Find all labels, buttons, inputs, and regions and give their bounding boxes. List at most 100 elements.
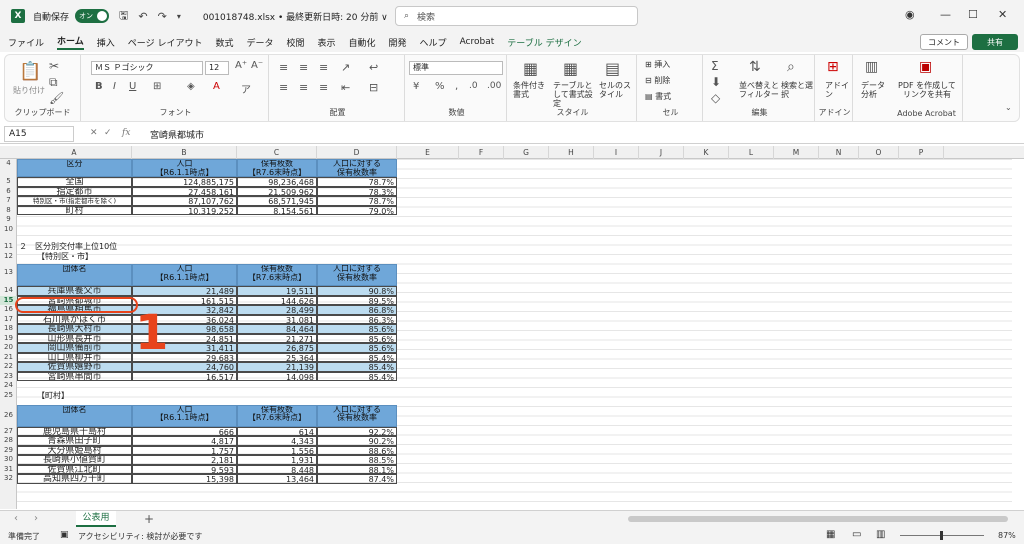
account-icon[interactable]: ◉ [905,8,915,21]
customize-icon[interactable]: ▾ [177,12,181,21]
row-header[interactable]: 24 [0,381,17,391]
prev-sheet-icon[interactable]: ‹ [14,513,18,524]
table-cell[interactable]: 佐賀県嬉野市 [17,362,132,372]
column-header[interactable]: C [237,146,317,159]
table-cell[interactable]: 4,817 [132,436,237,446]
underline-icon[interactable]: U [129,81,136,92]
row-header[interactable]: 11 [0,242,17,252]
table-cell[interactable]: 92.2% [317,426,397,436]
pdf-icon[interactable]: ▣ [919,59,932,75]
table-cell[interactable]: 8,154,561 [237,205,317,215]
table-cell[interactable]: 1,757 [132,445,237,455]
table-header-cell[interactable]: 団体名 [17,264,132,286]
table-cell[interactable]: 鹿児島県十島村 [17,426,132,436]
wrap-text-icon[interactable]: ↩ [369,61,378,74]
tab-file[interactable]: ファイル [8,36,44,49]
align-top-icon[interactable]: ≡ [279,61,288,74]
table-header-cell[interactable]: 人口 【R6.1.1時点】 [132,264,237,286]
horizontal-scrollbar[interactable] [628,516,1008,522]
autosave-toggle[interactable]: オン [75,9,110,23]
table-cell[interactable]: 31,081 [237,314,317,324]
section-subtitle[interactable]: 【町村】 [37,391,137,401]
table-cell[interactable]: 88.5% [317,455,397,465]
row-header[interactable]: 30 [0,455,17,465]
fill-icon[interactable]: ⬇ [711,75,721,89]
table-cell[interactable]: 15,398 [132,474,237,484]
increase-font-icon[interactable]: A⁺ [235,60,247,71]
table-cell[interactable]: 28,499 [237,305,317,315]
find-select-icon[interactable]: ⌕ [787,59,795,75]
conditional-format-icon[interactable]: ▦ [523,59,538,78]
bold-icon[interactable]: B [95,81,103,92]
table-cell[interactable]: 98,236,468 [237,177,317,187]
macro-icon[interactable]: ▣ [60,530,69,540]
font-size-select[interactable]: 12 [205,61,229,75]
normal-view-icon[interactable]: ▦ [826,529,835,540]
table-cell[interactable]: 大分県姫島村 [17,445,132,455]
tab-automate[interactable]: 自動化 [349,36,376,49]
column-header[interactable]: D [317,146,397,159]
align-left-icon[interactable]: ≡ [279,81,288,94]
row-header[interactable]: 22 [0,362,17,372]
table-cell[interactable]: 26,875 [237,343,317,353]
addins-button[interactable]: アドイン [825,81,849,99]
sheet-tab[interactable]: 公表用 [76,511,116,527]
row-header[interactable]: 12 [0,252,17,262]
conditional-format-button[interactable]: 条件付き書式 [513,81,551,99]
table-cell[interactable]: 9,593 [132,464,237,474]
column-header[interactable]: A [17,146,132,159]
column-header[interactable]: G [504,146,549,159]
table-cell[interactable]: 宮崎県串間市 [17,371,132,381]
align-center-icon[interactable]: ≡ [299,81,308,94]
autosum-icon[interactable]: Σ [711,59,719,73]
phonetic-icon[interactable]: ア [241,81,251,96]
table-cell[interactable]: 1,556 [237,445,317,455]
cancel-icon[interactable]: ✕ [90,128,98,138]
table-cell[interactable]: 85.6% [317,343,397,353]
clear-icon[interactable]: ◇ [711,91,720,105]
table-cell[interactable]: 山口県柳井市 [17,352,132,362]
table-header-cell[interactable]: 団体名 [17,404,132,427]
column-header[interactable]: L [729,146,774,159]
table-cell[interactable]: 85.4% [317,352,397,362]
font-color-icon[interactable]: A [213,81,220,92]
table-cell[interactable]: 21,489 [132,286,237,296]
table-cell[interactable]: 144,626 [237,295,317,305]
row-header[interactable]: 31 [0,465,17,475]
row-header[interactable]: 32 [0,474,17,484]
column-header[interactable]: P [899,146,944,159]
copy-icon[interactable]: ⧉ [49,75,58,90]
table-header-cell[interactable]: 保有枚数 【R7.6末時点】 [237,264,317,286]
row-header[interactable]: 19 [0,334,17,344]
tab-page-layout[interactable]: ページ レイアウト [128,36,203,49]
fx-icon[interactable]: fx [122,128,130,138]
table-cell[interactable]: 161,515 [132,295,237,305]
table-cell[interactable]: 21,509,962 [237,186,317,196]
insert-cells-button[interactable]: ⊞ 挿入 [645,59,670,70]
create-pdf-button[interactable]: PDF を作成してリンクを共有 [895,81,959,99]
paste-label[interactable]: 貼り付け [13,85,45,96]
row-header[interactable]: 8 [0,206,17,216]
enter-icon[interactable]: ✓ [104,128,112,138]
table-cell[interactable]: 79.0% [317,205,397,215]
search-input[interactable]: ⌕ 検索 [395,6,638,26]
row-header[interactable]: 6 [0,187,17,197]
table-cell[interactable]: 614 [237,426,317,436]
align-right-icon[interactable]: ≡ [319,81,328,94]
section-subtitle[interactable]: 【特別区・市】 [37,252,137,262]
column-header[interactable]: N [819,146,859,159]
collapse-ribbon-icon[interactable]: ⌄ [1005,103,1012,112]
table-header-cell[interactable]: 保有枚数 【R7.6末時点】 [237,404,317,427]
table-cell[interactable]: 85.6% [317,333,397,343]
table-cell[interactable]: 24,760 [132,362,237,372]
table-header-cell[interactable]: 人口に対する 保有枚数率 [317,264,397,286]
table-cell[interactable]: 山形県長井市 [17,333,132,343]
sort-filter-icon[interactable]: ⇅ [749,59,761,75]
row-header[interactable]: 28 [0,436,17,446]
table-cell[interactable]: 90.2% [317,436,397,446]
table-cell[interactable]: 87,107,762 [132,196,237,206]
undo-icon[interactable]: ↶ [138,10,147,23]
save-icon[interactable]: 🖫 [119,7,128,26]
table-cell[interactable]: 84,464 [237,324,317,334]
comment-button[interactable]: コメント [920,34,968,50]
